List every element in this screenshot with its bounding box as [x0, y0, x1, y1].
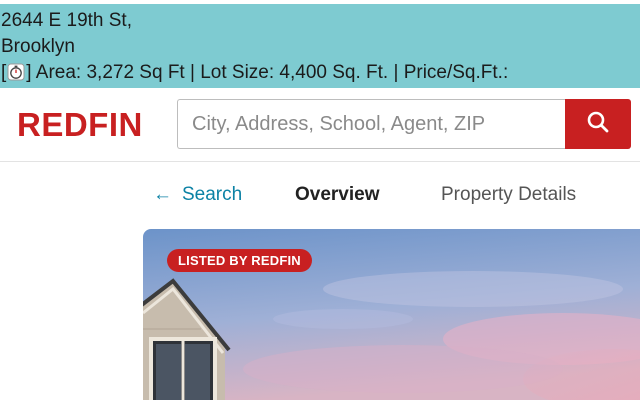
back-to-search-link[interactable]: ← Search [153, 184, 242, 206]
search-icon [585, 109, 611, 140]
address-line-2: Brooklyn [1, 36, 75, 57]
search-button[interactable] [565, 99, 631, 149]
property-info-banner: 2644 E 19th St, Brooklyn [ ] Area: 3,272… [0, 4, 640, 88]
property-photo[interactable]: LISTED BY REDFIN [143, 229, 640, 400]
tab-overview[interactable]: Overview [295, 184, 380, 206]
address-line-1: 2644 E 19th St, [1, 10, 132, 31]
site-header: REDFIN [0, 88, 640, 162]
property-details-line: [ ] Area: 3,272 Sq Ft | Lot Size: 4,400 … [1, 60, 640, 86]
redfin-logo[interactable]: REDFIN [17, 106, 143, 144]
tab-property-details[interactable]: Property Details [441, 184, 576, 206]
search-input[interactable] [178, 100, 566, 148]
arrow-left-icon: ← [153, 184, 172, 205]
back-label: Search [182, 184, 243, 205]
property-nav: ← Search Overview Property Details [0, 163, 640, 227]
stopwatch-icon [7, 63, 25, 81]
search-box [177, 99, 566, 149]
listed-by-redfin-badge: LISTED BY REDFIN [167, 249, 312, 272]
details-text: ] Area: 3,272 Sq Ft | Lot Size: 4,400 Sq… [26, 62, 509, 83]
details-prefix: [ [1, 62, 7, 83]
